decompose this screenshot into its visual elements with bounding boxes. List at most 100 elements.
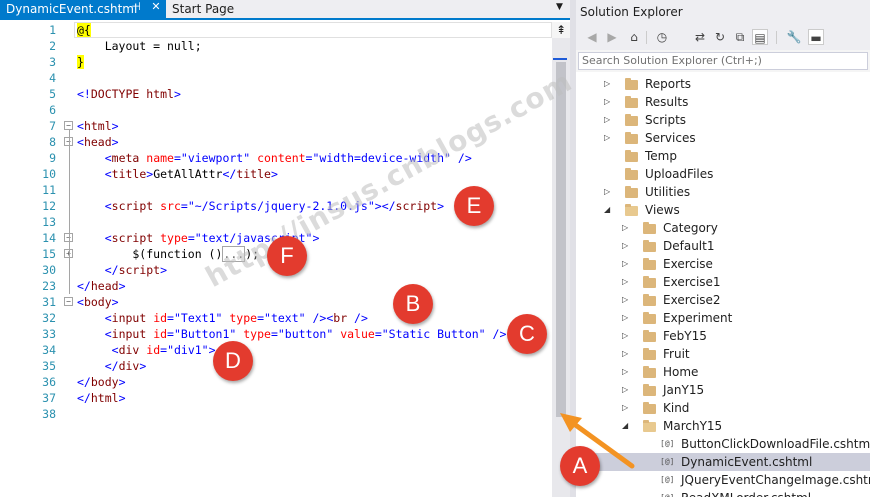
- tree-item-folder[interactable]: ▷ Home: [576, 363, 870, 381]
- collapsed-arrow-icon[interactable]: ▷: [622, 291, 632, 309]
- line-number: 8: [49, 135, 56, 149]
- code-line[interactable]: 37 </html>: [0, 390, 552, 406]
- forward-icon[interactable]: ▶: [604, 29, 620, 45]
- collapsed-arrow-icon[interactable]: ▷: [622, 399, 632, 417]
- line-number: 31: [42, 295, 56, 309]
- tab-start-page[interactable]: Start Page: [166, 0, 266, 18]
- preview-icon[interactable]: ▬: [808, 29, 824, 45]
- tree-item-folder[interactable]: ▷ JanY15: [576, 381, 870, 399]
- collapsed-arrow-icon[interactable]: ▷: [604, 75, 614, 93]
- tree-item-file[interactable]: [@] DynamicEvent.cshtml: [576, 453, 870, 471]
- tree-item-folder[interactable]: ▷ Default1: [576, 237, 870, 255]
- code-line[interactable]: 36 </body>: [0, 374, 552, 390]
- code-line[interactable]: 33 <input id="Button1" type="button" val…: [0, 326, 552, 342]
- sync-icon[interactable]: ⇄: [692, 29, 708, 45]
- tree-item-file[interactable]: [@] ButtonClickDownloadFile.cshtml: [576, 435, 870, 453]
- collapse-all-icon[interactable]: ⧉: [732, 29, 748, 45]
- folder-icon: [625, 150, 638, 162]
- home-icon[interactable]: ⌂: [626, 29, 642, 45]
- expanded-arrow-icon[interactable]: ◢: [604, 201, 614, 219]
- collapse-region-icon[interactable]: −: [64, 121, 73, 130]
- collapsed-arrow-icon[interactable]: ▷: [604, 183, 614, 201]
- code-text: <div id="div1">: [77, 342, 216, 358]
- line-number: 23: [42, 279, 56, 293]
- code-token: =: [374, 327, 382, 341]
- line-number: 13: [42, 215, 56, 229]
- expanded-arrow-icon[interactable]: ◢: [622, 417, 632, 435]
- collapse-region-icon[interactable]: −: [64, 297, 73, 306]
- tree-item-file[interactable]: [@] ReadXMLorder.cshtml: [576, 489, 870, 497]
- tree-item-folder[interactable]: ▷ Exercise2: [576, 291, 870, 309]
- line-number: 34: [42, 343, 56, 357]
- collapsed-arrow-icon[interactable]: ▷: [622, 381, 632, 399]
- code-line[interactable]: 35 </div>: [0, 358, 552, 374]
- folder-icon: [625, 78, 638, 90]
- scrollbar-thumb[interactable]: [556, 62, 566, 417]
- code-token: input: [111, 327, 154, 341]
- code-line[interactable]: 5 <!DOCTYPE html>: [0, 86, 552, 102]
- code-line[interactable]: 23 </head>: [0, 278, 552, 294]
- close-icon[interactable]: ✕: [149, 0, 163, 13]
- tree-item-folder[interactable]: ▷ Fruit: [576, 345, 870, 363]
- tree-item-folder[interactable]: Temp: [576, 147, 870, 165]
- code-token: />: [354, 311, 368, 325]
- tree-item-folder[interactable]: ▷ Services: [576, 129, 870, 147]
- back-icon[interactable]: ◀: [584, 29, 600, 45]
- tree-item-folder[interactable]: ▷ Exercise: [576, 255, 870, 273]
- pin-icon[interactable]: ⊣: [129, 0, 143, 13]
- collapsed-arrow-icon[interactable]: ▷: [622, 237, 632, 255]
- code-token: script: [111, 199, 161, 213]
- code-token: script: [111, 231, 161, 245]
- collapsed-arrow-icon[interactable]: ▷: [622, 219, 632, 237]
- code-line[interactable]: 38: [0, 406, 552, 422]
- collapsed-arrow-icon[interactable]: ▷: [622, 345, 632, 363]
- tree-item-folder[interactable]: ▷ FebY15: [576, 327, 870, 345]
- code-line[interactable]: 3}: [0, 54, 552, 70]
- toolbar-separator: [776, 31, 777, 44]
- collapsed-arrow-icon[interactable]: ▷: [622, 273, 632, 291]
- tree-item-folder[interactable]: ▷ Scripts: [576, 111, 870, 129]
- tree-item-label: JanY15: [663, 383, 705, 397]
- folder-icon: [643, 384, 656, 396]
- collapsed-arrow-icon[interactable]: ▷: [622, 255, 632, 273]
- collapsed-arrow-icon[interactable]: ▷: [604, 129, 614, 147]
- badge-e: E: [454, 186, 494, 226]
- collapsed-arrow-icon[interactable]: ▷: [622, 327, 632, 345]
- code-token: "button": [277, 327, 341, 341]
- code-token: body: [83, 295, 112, 309]
- tree-item-folder[interactable]: ▷ Kind: [576, 399, 870, 417]
- pending-changes-icon[interactable]: ◷: [654, 29, 670, 45]
- current-line-highlight: [74, 22, 552, 38]
- search-input[interactable]: Search Solution Explorer (Ctrl+;): [578, 52, 868, 70]
- properties-icon[interactable]: 🔧: [786, 29, 802, 45]
- tree-item-folder[interactable]: ▷ Exercise1: [576, 273, 870, 291]
- code-line[interactable]: 31− <body>: [0, 294, 552, 310]
- collapsed-arrow-icon[interactable]: ▷: [604, 111, 614, 129]
- split-window-icon[interactable]: ⇞: [552, 22, 570, 38]
- code-token: title: [111, 167, 147, 181]
- code-token: id: [153, 327, 168, 341]
- refresh-icon[interactable]: ↻: [712, 29, 728, 45]
- tree-item-folder[interactable]: ▷ Reports: [576, 75, 870, 93]
- code-line[interactable]: 32 <input id="Text1" type="text" /><br /…: [0, 310, 552, 326]
- tree-item-folder[interactable]: UploadFiles: [576, 165, 870, 183]
- code-line[interactable]: 34 <div id="div1">: [0, 342, 552, 358]
- tree-item-folder[interactable]: ▷ Category: [576, 219, 870, 237]
- code-line[interactable]: 2 Layout = null;: [0, 38, 552, 54]
- tree-item-folder[interactable]: ◢ MarchY15: [576, 417, 870, 435]
- tree-item-file[interactable]: [@] JQueryEventChangeImage.cshtml: [576, 471, 870, 489]
- tree-item-folder[interactable]: ◢ Views: [576, 201, 870, 219]
- collapsed-arrow-icon[interactable]: ▷: [622, 363, 632, 381]
- tree-item-folder[interactable]: ▷ Utilities: [576, 183, 870, 201]
- code-line[interactable]: 10 <title>GetAllAttr</title>: [0, 166, 552, 182]
- collapsed-arrow-icon[interactable]: ▷: [604, 93, 614, 111]
- tree-item-folder[interactable]: ▷ Experiment: [576, 309, 870, 327]
- tree-item-folder[interactable]: ▷ Results: [576, 93, 870, 111]
- code-token: content: [257, 151, 306, 165]
- tree-item-label: JQueryEventChangeImage.cshtml: [681, 473, 870, 487]
- code-line[interactable]: 4: [0, 70, 552, 86]
- chevron-down-icon[interactable]: ▼: [556, 2, 563, 12]
- show-all-files-icon[interactable]: ▤: [752, 29, 768, 45]
- collapsed-arrow-icon[interactable]: ▷: [622, 309, 632, 327]
- code-text: <script src="~/Scripts/jquery-2.1.0.js">…: [77, 198, 444, 214]
